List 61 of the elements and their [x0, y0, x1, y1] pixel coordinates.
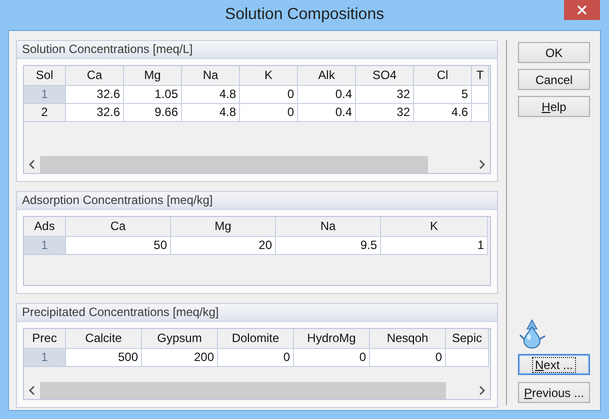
dialog-button[interactable]: Cancel — [518, 69, 590, 90]
table-cell[interactable]: 32 — [356, 104, 414, 122]
table-cell[interactable]: 50 — [66, 237, 171, 255]
dialog-button[interactable]: Help — [518, 96, 590, 117]
table-cell[interactable] — [472, 104, 489, 122]
table-cell[interactable] — [446, 349, 489, 367]
table-cell[interactable]: 5 — [414, 86, 472, 104]
column-header[interactable]: SO4 — [356, 66, 414, 86]
column-header[interactable]: Mg — [171, 217, 276, 237]
panel-title: Adsorption Concentrations [meq/kg] — [17, 192, 497, 210]
table-cell[interactable]: 0.4 — [298, 86, 356, 104]
table-cell[interactable]: 200 — [142, 349, 218, 367]
dialog-button[interactable]: OK — [518, 42, 590, 63]
column-header[interactable]: HydroMg — [294, 329, 370, 349]
column-header[interactable]: Nesqoh — [370, 329, 446, 349]
table-cell[interactable]: 9.5 — [276, 237, 381, 255]
column-header[interactable]: Alk — [298, 66, 356, 86]
table-cell[interactable]: 0 — [240, 86, 298, 104]
table-cell[interactable]: 500 — [66, 349, 142, 367]
column-header[interactable]: K — [240, 66, 298, 86]
column-header[interactable]: Prec — [24, 329, 66, 349]
dialog-button[interactable]: Previous ... — [518, 382, 590, 403]
table-cell[interactable]: 4.8 — [182, 86, 240, 104]
scrollbar-thumb[interactable] — [40, 156, 428, 172]
window-title: Solution Compositions — [224, 6, 384, 24]
scrollbar-thumb[interactable] — [40, 382, 446, 398]
table-cell[interactable]: 20 — [171, 237, 276, 255]
column-header[interactable]: Ads — [24, 217, 66, 237]
column-header[interactable]: Mg — [124, 66, 182, 86]
column-header[interactable]: Ca — [66, 217, 171, 237]
table-cell[interactable]: 0 — [370, 349, 446, 367]
table-cell[interactable]: 32.6 — [66, 86, 124, 104]
column-header[interactable]: Ca — [66, 66, 124, 86]
table-cell[interactable]: 4.8 — [182, 104, 240, 122]
column-header[interactable]: Sepic — [446, 329, 489, 349]
column-header[interactable]: Cl — [414, 66, 472, 86]
column-header[interactable]: Dolomite — [218, 329, 294, 349]
table-cell[interactable]: 0 — [218, 349, 294, 367]
panel-title: Solution Concentrations [meq/L] — [17, 41, 497, 59]
table-cell[interactable]: 1 — [381, 237, 488, 255]
panel-title: Precipitated Concentrations [meq/kg] — [17, 304, 497, 322]
column-header[interactable]: Na — [276, 217, 381, 237]
dialog-button[interactable]: Next ... — [518, 354, 590, 375]
table-cell[interactable]: 1.05 — [124, 86, 182, 104]
column-header[interactable]: T — [472, 66, 489, 86]
table-cell[interactable]: 0 — [294, 349, 370, 367]
column-header[interactable]: Calcite — [66, 329, 142, 349]
close-icon — [577, 5, 587, 15]
column-header[interactable]: Na — [182, 66, 240, 86]
column-header[interactable]: K — [381, 217, 488, 237]
table-cell[interactable]: 32 — [356, 86, 414, 104]
column-header[interactable]: Sol — [24, 66, 66, 86]
table-cell[interactable]: 9.66 — [124, 104, 182, 122]
table-cell[interactable]: 0.4 — [298, 104, 356, 122]
table-cell[interactable]: 32.6 — [66, 104, 124, 122]
table-cell[interactable]: 4.6 — [414, 104, 472, 122]
row-header[interactable]: 2 — [24, 104, 66, 122]
table-cell[interactable] — [472, 86, 489, 104]
table-cell[interactable]: 0 — [240, 104, 298, 122]
close-button[interactable] — [564, 0, 600, 20]
column-header[interactable]: Gypsum — [142, 329, 218, 349]
